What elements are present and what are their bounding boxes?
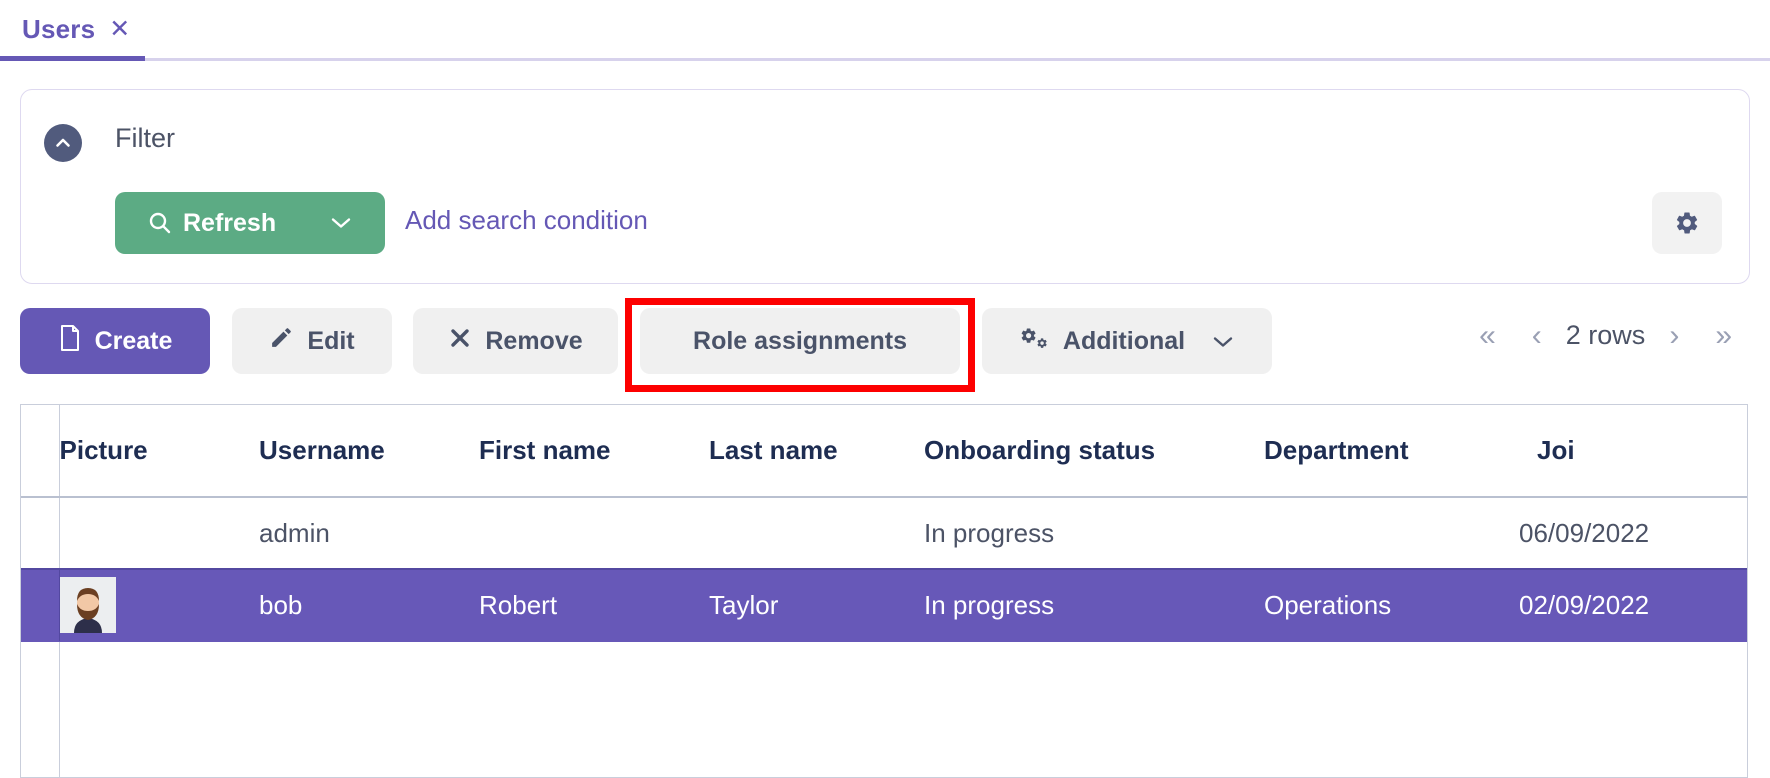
remove-button[interactable]: Remove bbox=[413, 308, 618, 374]
column-header-username[interactable]: Username bbox=[259, 405, 479, 498]
row-checkbox-cell[interactable] bbox=[21, 568, 60, 642]
cell-username: bob bbox=[259, 568, 479, 642]
avatar bbox=[59, 577, 116, 634]
role-assignments-button[interactable]: Role assignments bbox=[640, 308, 960, 374]
column-header-last-name[interactable]: Last name bbox=[709, 405, 924, 498]
edit-button-label: Edit bbox=[307, 326, 355, 355]
close-icon[interactable]: ✕ bbox=[109, 16, 130, 42]
column-header-joining-date[interactable]: Joi bbox=[1519, 405, 1747, 498]
cell-first-name: Robert bbox=[479, 568, 709, 642]
table-row[interactable]: admin In progress 06/09/2022 bbox=[21, 497, 1747, 570]
cell-joining-date: 02/09/2022 bbox=[1519, 568, 1747, 642]
add-search-condition-link[interactable]: Add search condition bbox=[405, 205, 648, 236]
create-button-label: Create bbox=[94, 326, 173, 355]
chevron-down-icon[interactable] bbox=[1212, 327, 1234, 356]
cell-onboarding-status: In progress bbox=[924, 568, 1264, 642]
additional-button[interactable]: Additional bbox=[982, 308, 1272, 374]
action-toolbar: Create Edit Remove Role assignments Addi… bbox=[0, 298, 1770, 394]
cell-first-name bbox=[479, 497, 709, 570]
remove-button-label: Remove bbox=[485, 326, 583, 355]
pagination: « ‹ 2 rows › » bbox=[1461, 320, 1750, 351]
tab-bar-divider bbox=[0, 58, 1770, 61]
pagination-last-button[interactable]: » bbox=[1697, 320, 1750, 351]
table-header-row: Picture Username First name Last name On… bbox=[21, 405, 1747, 498]
column-header-department[interactable]: Department bbox=[1264, 405, 1519, 498]
refresh-button[interactable]: Refresh bbox=[115, 192, 385, 254]
filter-title: Filter bbox=[115, 123, 175, 153]
empty-checkbox-cell bbox=[21, 641, 60, 777]
create-button[interactable]: Create bbox=[20, 308, 210, 374]
cell-onboarding-status: In progress bbox=[924, 497, 1264, 570]
pagination-first-button[interactable]: « bbox=[1461, 320, 1514, 351]
column-header-picture[interactable]: Picture bbox=[59, 405, 259, 498]
pencil-icon bbox=[269, 325, 294, 357]
cell-joining-date: 06/09/2022 bbox=[1519, 497, 1747, 570]
chevron-up-icon[interactable] bbox=[44, 124, 82, 162]
document-icon bbox=[58, 324, 82, 359]
cell-department: Operations bbox=[1264, 568, 1519, 642]
pagination-prev-button[interactable]: ‹ bbox=[1514, 320, 1560, 351]
row-checkbox-cell[interactable] bbox=[21, 497, 60, 570]
tab-active-indicator bbox=[0, 56, 145, 61]
cell-picture bbox=[59, 497, 259, 570]
edit-button[interactable]: Edit bbox=[232, 308, 392, 374]
gear-icon[interactable] bbox=[1652, 192, 1722, 254]
table-empty-space bbox=[21, 641, 1747, 777]
close-x-icon bbox=[448, 326, 472, 357]
users-page: Users ✕ Filter Refresh Add search condit… bbox=[0, 0, 1770, 778]
column-header-onboarding-status[interactable]: Onboarding status bbox=[924, 405, 1264, 498]
additional-button-label: Additional bbox=[1062, 326, 1186, 355]
cell-last-name: Taylor bbox=[709, 568, 924, 642]
pagination-row-count: 2 rows bbox=[1565, 320, 1646, 350]
cell-username: admin bbox=[259, 497, 479, 570]
cell-department bbox=[1264, 497, 1519, 570]
table-row[interactable]: bob Robert Taylor In progress Operations… bbox=[21, 568, 1747, 642]
search-icon bbox=[147, 210, 173, 236]
select-all-checkbox-cell[interactable] bbox=[21, 405, 60, 498]
cell-last-name bbox=[709, 497, 924, 570]
table-header: Picture Username First name Last name On… bbox=[21, 405, 1747, 498]
chevron-down-icon[interactable] bbox=[330, 216, 352, 230]
pagination-next-button[interactable]: › bbox=[1651, 320, 1697, 351]
column-header-first-name[interactable]: First name bbox=[479, 405, 709, 498]
cell-picture bbox=[59, 568, 259, 642]
filter-panel bbox=[20, 89, 1750, 284]
table-body: admin In progress 06/09/2022 bob Robert … bbox=[21, 497, 1747, 777]
empty-cell bbox=[59, 641, 1747, 777]
role-assignments-button-label: Role assignments bbox=[693, 326, 907, 355]
refresh-button-label: Refresh bbox=[183, 208, 277, 237]
gears-icon bbox=[1020, 325, 1050, 358]
tab-users-label: Users bbox=[22, 13, 96, 44]
tab-bar: Users ✕ bbox=[0, 0, 1770, 63]
tab-users[interactable]: Users ✕ bbox=[0, 0, 150, 58]
users-table: Picture Username First name Last name On… bbox=[20, 404, 1748, 778]
